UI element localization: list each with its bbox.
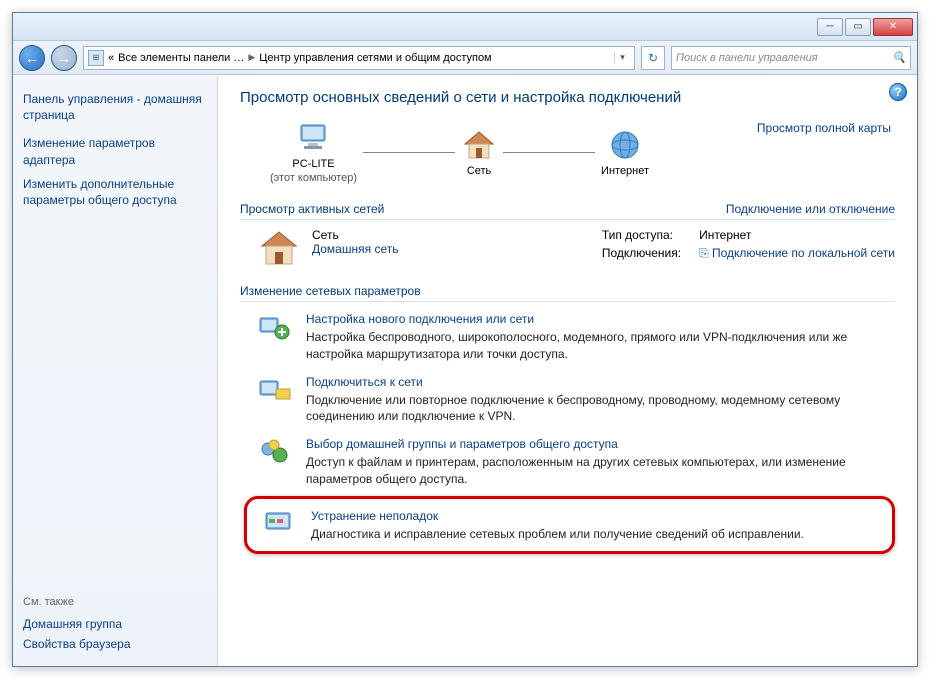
search-icon: 🔍 — [892, 51, 906, 64]
maximize-button[interactable]: ▭ — [845, 18, 871, 36]
address-bar[interactable]: ⊞ « Все элементы панели … ▶ Центр управл… — [83, 46, 635, 70]
node-net-label: Сеть — [467, 165, 491, 177]
content-area: ? Просмотр основных сведений о сети и на… — [218, 75, 917, 666]
option-connect-network[interactable]: Подключиться к сети Подключение или повт… — [240, 365, 895, 428]
sidebar-see-also-label: См. также — [23, 594, 207, 614]
sidebar: Панель управления - домашняя страница Из… — [13, 75, 218, 666]
navbar: ← → ⊞ « Все элементы панели … ▶ Центр уп… — [13, 41, 917, 75]
node-pc-label: PC-LITE — [292, 158, 334, 170]
node-internet-label: Интернет — [601, 165, 649, 177]
connections-value: Подключение по локальной сети — [712, 246, 895, 260]
search-input[interactable]: Поиск в панели управления 🔍 — [671, 46, 911, 70]
access-type-label: Тип доступа: — [602, 228, 681, 242]
sidebar-see-also-homegroup[interactable]: Домашняя группа — [23, 614, 207, 634]
map-line-2 — [503, 152, 595, 153]
help-icon[interactable]: ? — [889, 83, 907, 101]
option-desc: Диагностика и исправление сетевых пробле… — [311, 526, 804, 543]
troubleshoot-icon — [263, 509, 299, 545]
connect-network-icon — [258, 375, 294, 411]
active-networks-label: Просмотр активных сетей — [240, 202, 384, 216]
refresh-button[interactable]: ↻ — [641, 46, 665, 70]
option-new-connection[interactable]: Настройка нового подключения или сети На… — [240, 302, 895, 365]
chevron-right-icon: ▶ — [248, 52, 255, 63]
map-line — [363, 152, 455, 153]
connections-link[interactable]: ⎘ Подключение по локальной сети — [699, 246, 895, 261]
ethernet-icon: ⎘ — [699, 246, 712, 260]
control-panel-icon: ⊞ — [88, 50, 104, 66]
back-button[interactable]: ← — [19, 45, 45, 71]
option-desc: Подключение или повторное подключение к … — [306, 392, 895, 426]
breadcrumb-first[interactable]: Все элементы панели … — [118, 52, 244, 64]
option-title: Подключиться к сети — [306, 375, 895, 389]
address-dropdown[interactable]: ▾ — [614, 52, 630, 63]
breadcrumb-current[interactable]: Центр управления сетями и общим доступом — [259, 52, 491, 64]
option-title: Выбор домашней группы и параметров общег… — [306, 437, 895, 451]
control-panel-window: ─ ▭ ✕ ← → ⊞ « Все элементы панели … ▶ Це… — [12, 12, 918, 667]
active-network-type[interactable]: Домашняя сеть — [312, 242, 398, 256]
node-pc-sub: (этот компьютер) — [270, 172, 357, 184]
sidebar-see-also-browser[interactable]: Свойства браузера — [23, 634, 207, 654]
change-settings-header: Изменение сетевых параметров — [240, 280, 895, 302]
arrow-left-icon: ← — [25, 50, 39, 66]
minimize-button[interactable]: ─ — [817, 18, 843, 36]
sidebar-home-link[interactable]: Панель управления - домашняя страница — [23, 87, 207, 131]
option-homegroup[interactable]: Выбор домашней группы и параметров общег… — [240, 427, 895, 490]
page-title: Просмотр основных сведений о сети и наст… — [240, 89, 895, 106]
arrow-right-icon: → — [57, 50, 71, 66]
close-button[interactable]: ✕ — [873, 18, 913, 36]
sidebar-link-sharing[interactable]: Изменить дополнительные параметры общего… — [23, 172, 207, 212]
chevrons-icon: « — [108, 52, 114, 64]
connections-label: Подключения: — [602, 246, 681, 261]
option-desc: Настройка беспроводного, широкополосного… — [306, 329, 895, 363]
search-placeholder: Поиск в панели управления — [676, 52, 818, 64]
network-house-icon — [258, 228, 300, 268]
option-troubleshoot[interactable]: Устранение неполадок Диагностика и испра… — [253, 503, 886, 547]
globe-icon — [607, 127, 643, 163]
active-network-row: Сеть Домашняя сеть Тип доступа: Интернет… — [240, 220, 895, 274]
new-connection-icon — [258, 312, 294, 348]
full-map-link[interactable]: Просмотр полной карты — [757, 121, 891, 135]
highlight-ring: Устранение неполадок Диагностика и испра… — [244, 496, 895, 554]
option-desc: Доступ к файлам и принтерам, расположенн… — [306, 454, 895, 488]
computer-icon — [296, 120, 332, 156]
node-internet: Интернет — [601, 127, 649, 177]
access-type-value: Интернет — [699, 228, 895, 242]
node-this-pc: PC-LITE (этот компьютер) — [270, 120, 357, 184]
option-title: Устранение неполадок — [311, 509, 804, 523]
titlebar: ─ ▭ ✕ — [13, 13, 917, 41]
option-title: Настройка нового подключения или сети — [306, 312, 895, 326]
window-body: Панель управления - домашняя страница Из… — [13, 75, 917, 666]
sidebar-link-adapter[interactable]: Изменение параметров адаптера — [23, 131, 207, 171]
house-icon — [461, 127, 497, 163]
forward-button[interactable]: → — [51, 45, 77, 71]
node-network: Сеть — [461, 127, 497, 177]
homegroup-icon — [258, 437, 294, 473]
refresh-icon: ↻ — [648, 51, 658, 65]
active-network-name: Сеть — [312, 228, 398, 242]
active-networks-header: Просмотр активных сетей Подключение или … — [240, 196, 895, 220]
connect-disconnect-link[interactable]: Подключение или отключение — [726, 202, 895, 216]
